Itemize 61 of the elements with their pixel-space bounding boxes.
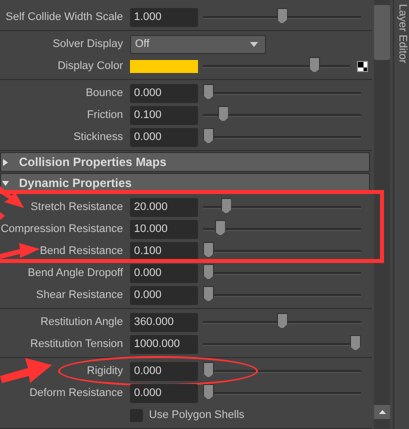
value-field[interactable]: 1000.000: [130, 334, 198, 354]
slider-thumb[interactable]: [350, 335, 361, 351]
annotation-arrow: [0, 212, 5, 220]
attribute-label: Compression Resistance: [0, 222, 123, 237]
value-field[interactable]: 10.000: [130, 220, 198, 238]
attribute-label: Display Color: [58, 58, 123, 74]
slider-thumb[interactable]: [276, 313, 288, 329]
attribute-label: Bend Resistance: [40, 244, 123, 259]
scroll-up-button[interactable]: [374, 405, 390, 419]
caret-icon: [250, 42, 258, 46]
value-field[interactable]: 0.100: [130, 242, 198, 260]
slider-thumb[interactable]: [203, 362, 214, 378]
annotation-arrow: [0, 356, 52, 384]
attribute-label: Stickiness: [73, 130, 123, 145]
value-field[interactable]: 0.000: [130, 128, 198, 146]
value-field[interactable]: 0.100: [130, 106, 198, 124]
checkbox-label: Use Polygon Shells: [149, 408, 244, 423]
value-field[interactable]: 20.000: [130, 198, 198, 216]
slider-thumb[interactable]: [203, 384, 214, 400]
slider-thumb[interactable]: [276, 8, 288, 24]
attribute-label: Deform Resistance: [29, 386, 123, 401]
dropdown[interactable]: Off: [130, 34, 266, 54]
attribute-label: Rigidity: [86, 364, 123, 379]
caret-right-icon: [2, 158, 9, 166]
value-field[interactable]: 0.000: [130, 384, 198, 402]
slider-thumb[interactable]: [203, 84, 214, 100]
value-field[interactable]: 0.000: [130, 362, 198, 380]
attribute-label: Friction: [86, 108, 123, 123]
slider-thumb[interactable]: [218, 106, 229, 122]
checkbox[interactable]: [130, 408, 143, 422]
attribute-label: Bend Angle Dropoff: [28, 266, 123, 281]
caret-up-icon: [378, 410, 386, 414]
side-tab-label: Layer Editor: [396, 4, 409, 64]
checker-icon[interactable]: [357, 60, 368, 72]
value-field[interactable]: 0.000: [130, 286, 198, 304]
section-header[interactable]: Collision Properties Maps: [0, 152, 370, 172]
slider-thumb[interactable]: [203, 128, 214, 144]
attribute-label: Shear Resistance: [36, 288, 123, 303]
slider-thumb[interactable]: [203, 264, 214, 280]
value-field[interactable]: 1.000: [130, 8, 198, 26]
attribute-label: Stretch Resistance: [30, 200, 123, 215]
value-field[interactable]: 360.000: [130, 312, 198, 332]
slider-thumb[interactable]: [203, 286, 214, 302]
section-title: Dynamic Properties: [19, 175, 132, 192]
annotation-arrow: [0, 242, 40, 260]
attribute-label: Restitution Angle: [40, 314, 123, 330]
section-title: Collision Properties Maps: [19, 154, 166, 171]
color-swatch[interactable]: [130, 60, 198, 72]
attribute-label: Restitution Tension: [30, 336, 123, 352]
attribute-label: Bounce: [86, 86, 123, 101]
attribute-label: Solver Display: [52, 36, 123, 52]
value-field[interactable]: 0.000: [130, 84, 198, 102]
value-field[interactable]: 0.000: [130, 264, 198, 282]
slider-thumb[interactable]: [309, 57, 320, 73]
scrollbar[interactable]: [374, 0, 390, 429]
slider-thumb[interactable]: [214, 220, 226, 236]
slider-thumb[interactable]: [220, 198, 232, 214]
attribute-label: Self Collide Width Scale: [6, 10, 123, 25]
scrollbar-thumb[interactable]: [374, 5, 390, 60]
slider-thumb[interactable]: [203, 242, 214, 258]
side-tab[interactable]: Layer Editor: [393, 0, 409, 429]
